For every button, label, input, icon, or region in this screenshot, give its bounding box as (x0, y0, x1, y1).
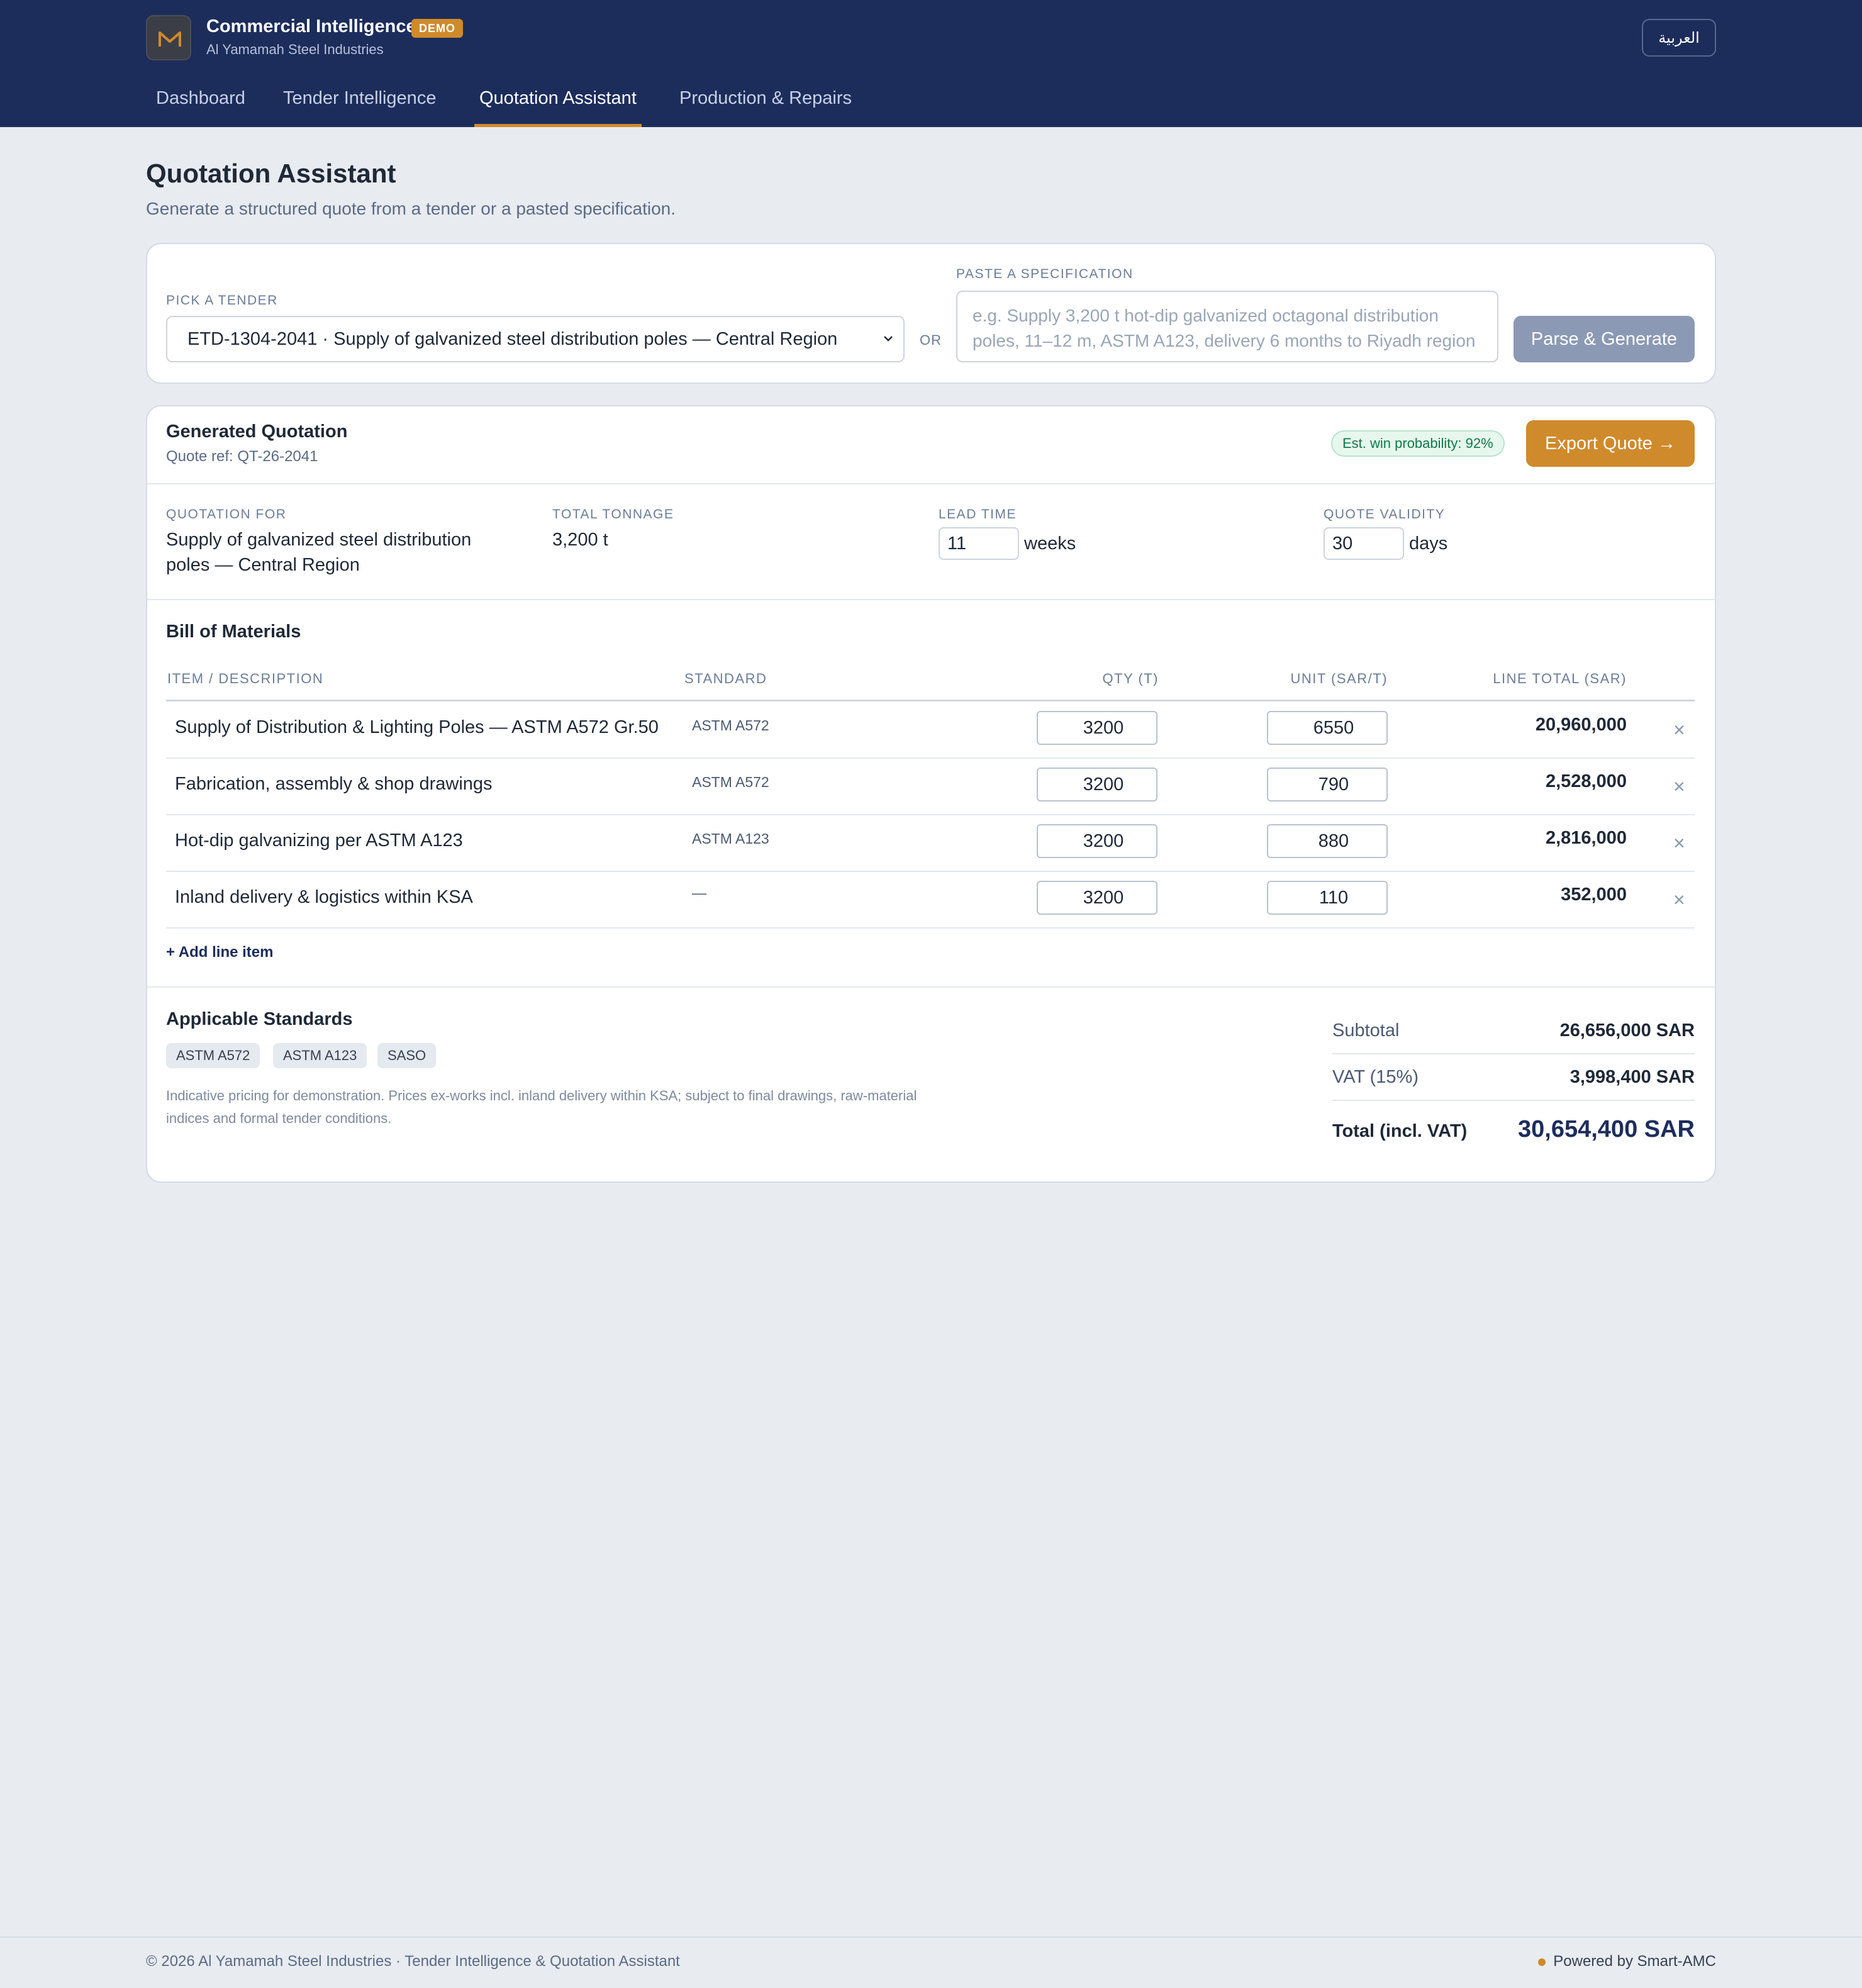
column-header-unit: UNIT (SAR/T) (1290, 671, 1388, 686)
status-dot-icon (1538, 1958, 1546, 1966)
language-toggle-button[interactable]: العربية (1642, 19, 1716, 57)
row-standard: ASTM A572 (692, 774, 769, 790)
qty-input[interactable]: 3200 (1037, 768, 1157, 801)
tender-select[interactable]: ETD-1304-2041 · Supply of galvanized ste… (166, 316, 905, 362)
row-standard: ASTM A123 (692, 830, 769, 847)
footer-powered-by: Powered by Smart-AMC (1538, 1953, 1716, 1970)
column-header-qty: QTY (T) (1102, 671, 1159, 686)
table-header-divider (166, 700, 1695, 701)
row-divider (166, 927, 1695, 929)
row-description: Fabrication, assembly & shop drawings (175, 774, 493, 794)
row-line-total: 2,528,000 (1545, 771, 1627, 791)
qty-input[interactable]: 3200 (1037, 824, 1157, 858)
quotation-for-label: QUOTATION FOR (166, 507, 287, 522)
pricing-disclaimer: Indicative pricing for demonstration. Pr… (166, 1088, 917, 1126)
qty-input[interactable]: 3200 (1037, 881, 1157, 915)
unit-price-input[interactable]: 110 (1267, 881, 1388, 915)
divider (147, 599, 1715, 600)
brand-title: Commercial Intelligence (206, 16, 416, 36)
row-line-total: 2,816,000 (1545, 828, 1627, 848)
footer-copyright: © 2026 Al Yamamah Steel Industries · Ten… (146, 1953, 680, 1970)
or-label: OR (920, 332, 942, 348)
chevron-down-icon (884, 336, 893, 342)
unit-price-input[interactable]: 790 (1267, 768, 1388, 801)
lead-time-unit: weeks (1024, 533, 1076, 554)
standard-chip: SASO (377, 1043, 437, 1068)
bom-title: Bill of Materials (166, 622, 301, 642)
row-standard: ASTM A572 (692, 717, 769, 734)
row-line-total: 352,000 (1561, 885, 1627, 905)
validity-unit: days (1409, 533, 1448, 554)
win-probability-badge: Est. win probability: 92% (1331, 430, 1505, 457)
summary-divider (1332, 1100, 1695, 1101)
vat-label: VAT (15%) (1332, 1067, 1419, 1087)
tonnage-label: TOTAL TONNAGE (552, 507, 674, 522)
nav-tab-quotation-assistant[interactable]: Quotation Assistant (474, 88, 642, 127)
quote-ref: Quote ref: QT-26-2041 (166, 448, 318, 465)
quotation-for-value: Supply of galvanized steel distribution … (166, 530, 472, 575)
row-description: Hot-dip galvanizing per ASTM A123 (175, 830, 463, 851)
standard-chip: ASTM A123 (273, 1043, 367, 1068)
demo-badge: DEMO (411, 19, 463, 38)
lead-time-label: LEAD TIME (939, 507, 1017, 522)
subtotal-value: 26,656,000 SAR (1559, 1020, 1695, 1041)
row-standard: — (692, 885, 706, 901)
row-description: Inland delivery & logistics within KSA (175, 887, 473, 907)
divider (147, 986, 1715, 988)
row-description: Supply of Distribution & Lighting Poles … (175, 717, 659, 737)
footer-divider (0, 1936, 1862, 1938)
row-divider (166, 871, 1695, 872)
subtotal-label: Subtotal (1332, 1020, 1400, 1041)
total-value: 30,654,400 SAR (1518, 1116, 1695, 1142)
tender-label: PICK A TENDER (166, 293, 278, 308)
remove-row-close-icon[interactable]: × (1673, 776, 1685, 796)
top-navigation-bar: Commercial Intelligence DEMO Al Yamamah … (0, 0, 1862, 127)
divider (147, 483, 1715, 484)
parse-generate-button[interactable]: Parse & Generate (1514, 316, 1695, 362)
unit-price-input[interactable]: 880 (1267, 824, 1388, 858)
qty-input[interactable]: 3200 (1037, 711, 1157, 745)
summary-divider (1332, 1053, 1695, 1054)
nav-tab-tender-intelligence[interactable]: Tender Intelligence (283, 88, 436, 127)
tender-select-value: ETD-1304-2041 · Supply of galvanized ste… (187, 329, 838, 349)
page-title: Quotation Assistant (146, 159, 396, 188)
vat-value: 3,998,400 SAR (1569, 1067, 1695, 1087)
export-quote-button[interactable]: Export Quote → (1526, 420, 1695, 467)
validity-label: QUOTE VALIDITY (1324, 507, 1446, 522)
validity-input[interactable]: 30 (1324, 527, 1404, 560)
lead-time-input[interactable]: 11 (939, 527, 1019, 560)
standards-title: Applicable Standards (166, 1009, 353, 1029)
specification-textarea[interactable]: e.g. Supply 3,200 t hot-dip galvanized o… (956, 291, 1498, 362)
nav-tab-production-repairs[interactable]: Production & Repairs (679, 88, 852, 127)
column-header-line-total: LINE TOTAL (SAR) (1493, 671, 1627, 686)
total-label: Total (incl. VAT) (1332, 1121, 1468, 1141)
row-divider (166, 757, 1695, 759)
remove-row-close-icon[interactable]: × (1673, 720, 1685, 740)
brand-subtitle: Al Yamamah Steel Industries (206, 42, 384, 57)
row-line-total: 20,960,000 (1535, 715, 1627, 735)
m-logo-icon (146, 15, 191, 60)
remove-row-close-icon[interactable]: × (1673, 890, 1685, 910)
standard-chip: ASTM A572 (166, 1043, 260, 1068)
unit-price-input[interactable]: 6550 (1267, 711, 1388, 745)
remove-row-close-icon[interactable]: × (1673, 833, 1685, 853)
quotation-title: Generated Quotation (166, 422, 348, 442)
add-line-item-button[interactable]: + Add line item (166, 944, 273, 961)
powered-by-text: Powered by Smart-AMC (1553, 1953, 1716, 1970)
page-subtitle: Generate a structured quote from a tende… (146, 199, 676, 218)
nav-tab-dashboard[interactable]: Dashboard (156, 88, 245, 127)
row-divider (166, 814, 1695, 815)
column-header-standard: STANDARD (684, 671, 767, 686)
tonnage-value: 3,200 t (552, 530, 608, 550)
spec-label: PASTE A SPECIFICATION (956, 267, 1134, 281)
column-header-item: ITEM / DESCRIPTION (167, 671, 324, 686)
